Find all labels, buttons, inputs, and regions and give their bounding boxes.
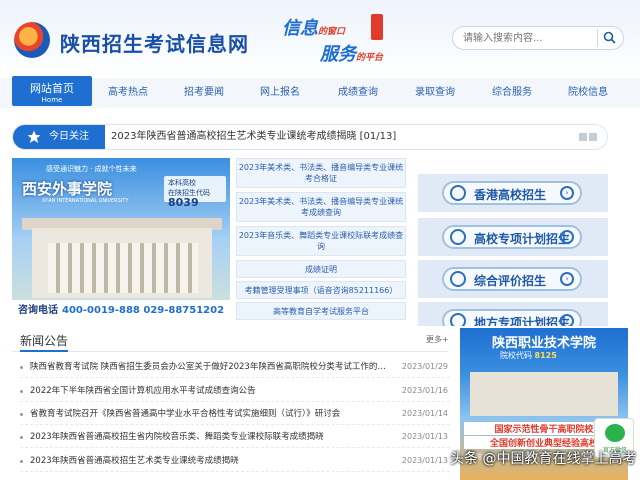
ad-school-name: 陕西职业技术学院: [492, 336, 597, 351]
news-row-text: 省教育考试院召开《陕西省普通高中学业水平合格性考试实施细则（试行）》研讨会: [30, 409, 341, 419]
school-icon: [450, 313, 466, 326]
news-row-date: 2023/01/13: [401, 432, 448, 441]
today-focus-label: 今日关注: [49, 131, 89, 142]
banner-code-box: 本科高校 在陕招生代码 8039: [164, 176, 226, 208]
wechat-icon: [605, 424, 625, 442]
banner-school-en: XI'AN INTERNATIONAL UNIVERSITY: [42, 198, 129, 204]
pill-hongkong[interactable]: 香港高校招生 ›: [418, 174, 608, 212]
bullet-icon: [20, 413, 23, 416]
mid-link-self-exam[interactable]: 高等教育自学考试服务平台: [236, 302, 406, 320]
slogan-line1: 信息的窗口: [282, 18, 346, 39]
mid-link-archive[interactable]: 考籍管理受理事项（语音咨询85211166）: [236, 281, 406, 299]
pill-frame: 香港高校招生 ›: [442, 181, 582, 205]
nav-item-services[interactable]: 综合服务: [480, 78, 544, 108]
star-icon: [27, 130, 41, 143]
pill-frame: 综合评价招生 ›: [442, 267, 582, 291]
arrow-right-icon: ›: [560, 314, 574, 326]
search-input[interactable]: [463, 30, 593, 46]
news-title-underline: [20, 350, 68, 352]
nav-home[interactable]: 网站首页 Home: [12, 76, 92, 106]
bullet-icon: [20, 366, 23, 369]
pill-local-plan[interactable]: 地方专项计划招生 ›: [418, 302, 608, 326]
next-arrow-icon[interactable]: [589, 133, 597, 141]
nav-item-score-query[interactable]: 成绩查询: [326, 78, 390, 108]
pill-special-plan[interactable]: 高校专项计划招生 ›: [418, 218, 608, 256]
news-more-link[interactable]: 更多+: [426, 334, 449, 345]
news-row[interactable]: 省教育考试院召开《陕西省普通高中学业水平合格性考试实施细则（试行）》研讨会 20…: [20, 403, 450, 425]
news-row[interactable]: 2023年陕西省普通高校招生艺术类专业课统考成绩揭晓 2023/01/13: [20, 450, 450, 472]
bullet-icon: [20, 460, 23, 463]
arrow-right-icon: ›: [560, 230, 574, 244]
news-row-text: 2022年下半年陕西省全国计算机应用水平考试成绩查询公告: [30, 386, 256, 396]
news-row-text: 2023年陕西省普通高校招生省内院校音乐类、舞蹈类专业课校际联考成绩揭晓: [30, 432, 324, 442]
pill-label: 地方专项计划招生: [474, 316, 571, 326]
focus-arrows: [577, 133, 597, 144]
pill-frame: 高校专项计划招生 ›: [442, 225, 582, 249]
nav-item-college-info[interactable]: 院校信息: [556, 78, 620, 108]
pill-frame: 地方专项计划招生 ›: [442, 309, 582, 326]
slogan-badge: [371, 14, 383, 40]
banner-phone-bar: 咨询电话 400-0019-888 029-88751202: [12, 300, 230, 322]
nav-item-news[interactable]: 招考要闻: [172, 78, 236, 108]
today-focus-tag: 今日关注: [13, 125, 105, 149]
pill-label: 高校专项计划招生: [474, 232, 571, 246]
bullet-icon: [20, 436, 23, 439]
ad-building-image: [470, 372, 618, 416]
news-row[interactable]: 陕西省教育考试院 陕西省招生委员会办公室关于做好2023年陕西省高职院校分类考试…: [20, 356, 450, 378]
banner-school-name: 西安外事学院: [22, 180, 113, 198]
search-box: [452, 26, 624, 50]
news-row-text: 陕西省教育考试院 陕西省招生委员会办公室关于做好2023年陕西省高职院校分类考试…: [30, 362, 386, 372]
banner-code: 8039: [168, 196, 199, 209]
search-icon: [603, 31, 616, 44]
prev-arrow-icon[interactable]: [579, 133, 587, 141]
site-title[interactable]: 陕西招生考试信息网: [60, 28, 249, 57]
building-columns: [48, 243, 198, 293]
nav-item-registration[interactable]: 网上报名: [248, 78, 312, 108]
banner-level: 本科高校: [168, 179, 196, 187]
news-row-date: 2023/01/14: [401, 409, 448, 418]
school-icon: [450, 229, 466, 245]
school-icon: [450, 271, 466, 287]
arrow-right-icon: ›: [560, 272, 574, 286]
banner-phone-label: 咨询电话: [18, 305, 58, 316]
bullet-icon: [20, 390, 23, 393]
school-icon: [450, 185, 466, 201]
school-banner[interactable]: 感受通识魅力 · 成就个性未来 西安外事学院 XI'AN INTERNATION…: [12, 158, 230, 322]
nav-item-gaokao-hot[interactable]: 高考热点: [96, 78, 160, 108]
main-nav: 高考热点 招考要闻 网上报名 成绩查询 录取查询 综合服务 院校信息: [0, 78, 640, 108]
news-section-title: 新闻公告: [20, 334, 69, 348]
mid-link-music-score[interactable]: 2023年音乐类、舞蹈类专业课校际联考成绩查询: [236, 226, 406, 256]
news-divider: [12, 351, 448, 352]
pill-label: 综合评价招生: [474, 274, 547, 288]
news-row-date: 2023/01/29: [401, 362, 448, 371]
today-focus-headline[interactable]: 2023年陕西省普通高校招生艺术类专业课统考成绩揭晓 [01/13]: [111, 125, 396, 149]
mid-link-score-proof[interactable]: 成绩证明: [236, 260, 406, 278]
nav-item-admission-query[interactable]: 录取查询: [403, 78, 467, 108]
nav-home-label: 网站首页: [30, 82, 74, 95]
slogan-line2: 服务的平台: [320, 44, 384, 65]
mid-link-art-score[interactable]: 2023年美术类、书法类、播音编导类专业课统考成绩查询: [236, 192, 406, 222]
nav-home-sub: Home: [41, 96, 63, 104]
mid-link-art-certificate[interactable]: 2023年美术类、书法类、播音编导类专业课统考合格证: [236, 158, 406, 188]
pill-label: 香港高校招生: [474, 188, 547, 202]
news-row-text: 2023年陕西省普通高校招生艺术类专业课统考成绩揭晓: [30, 456, 239, 466]
news-row-date: 2023/01/16: [401, 386, 448, 395]
ad-code: 院校代码 8125: [500, 351, 557, 360]
today-focus-bar: 今日关注 2023年陕西省普通高校招生艺术类专业课统考成绩揭晓 [01/13]: [12, 124, 608, 150]
arrow-right-icon: ›: [560, 186, 574, 200]
banner-phone: 400-0019-888 029-88751202: [62, 305, 225, 316]
news-row-date: 2023/01/13: [401, 456, 448, 465]
news-row[interactable]: 2022年下半年陕西省全国计算机应用水平考试成绩查询公告 2023/01/16: [20, 380, 450, 402]
logo-icon[interactable]: [14, 22, 50, 58]
banner-tagline: 感受通识魅力 · 成就个性未来: [46, 165, 137, 173]
pill-comprehensive[interactable]: 综合评价招生 ›: [418, 260, 608, 298]
search-button[interactable]: [597, 29, 619, 47]
watermark: 头条 @中国教育在线掌上高考: [450, 451, 637, 467]
news-row[interactable]: 2023年陕西省普通高校招生省内院校音乐类、舞蹈类专业课校际联考成绩揭晓 202…: [20, 426, 450, 448]
site-header: 陕西招生考试信息网 信息的窗口 服务的平台: [0, 0, 640, 78]
